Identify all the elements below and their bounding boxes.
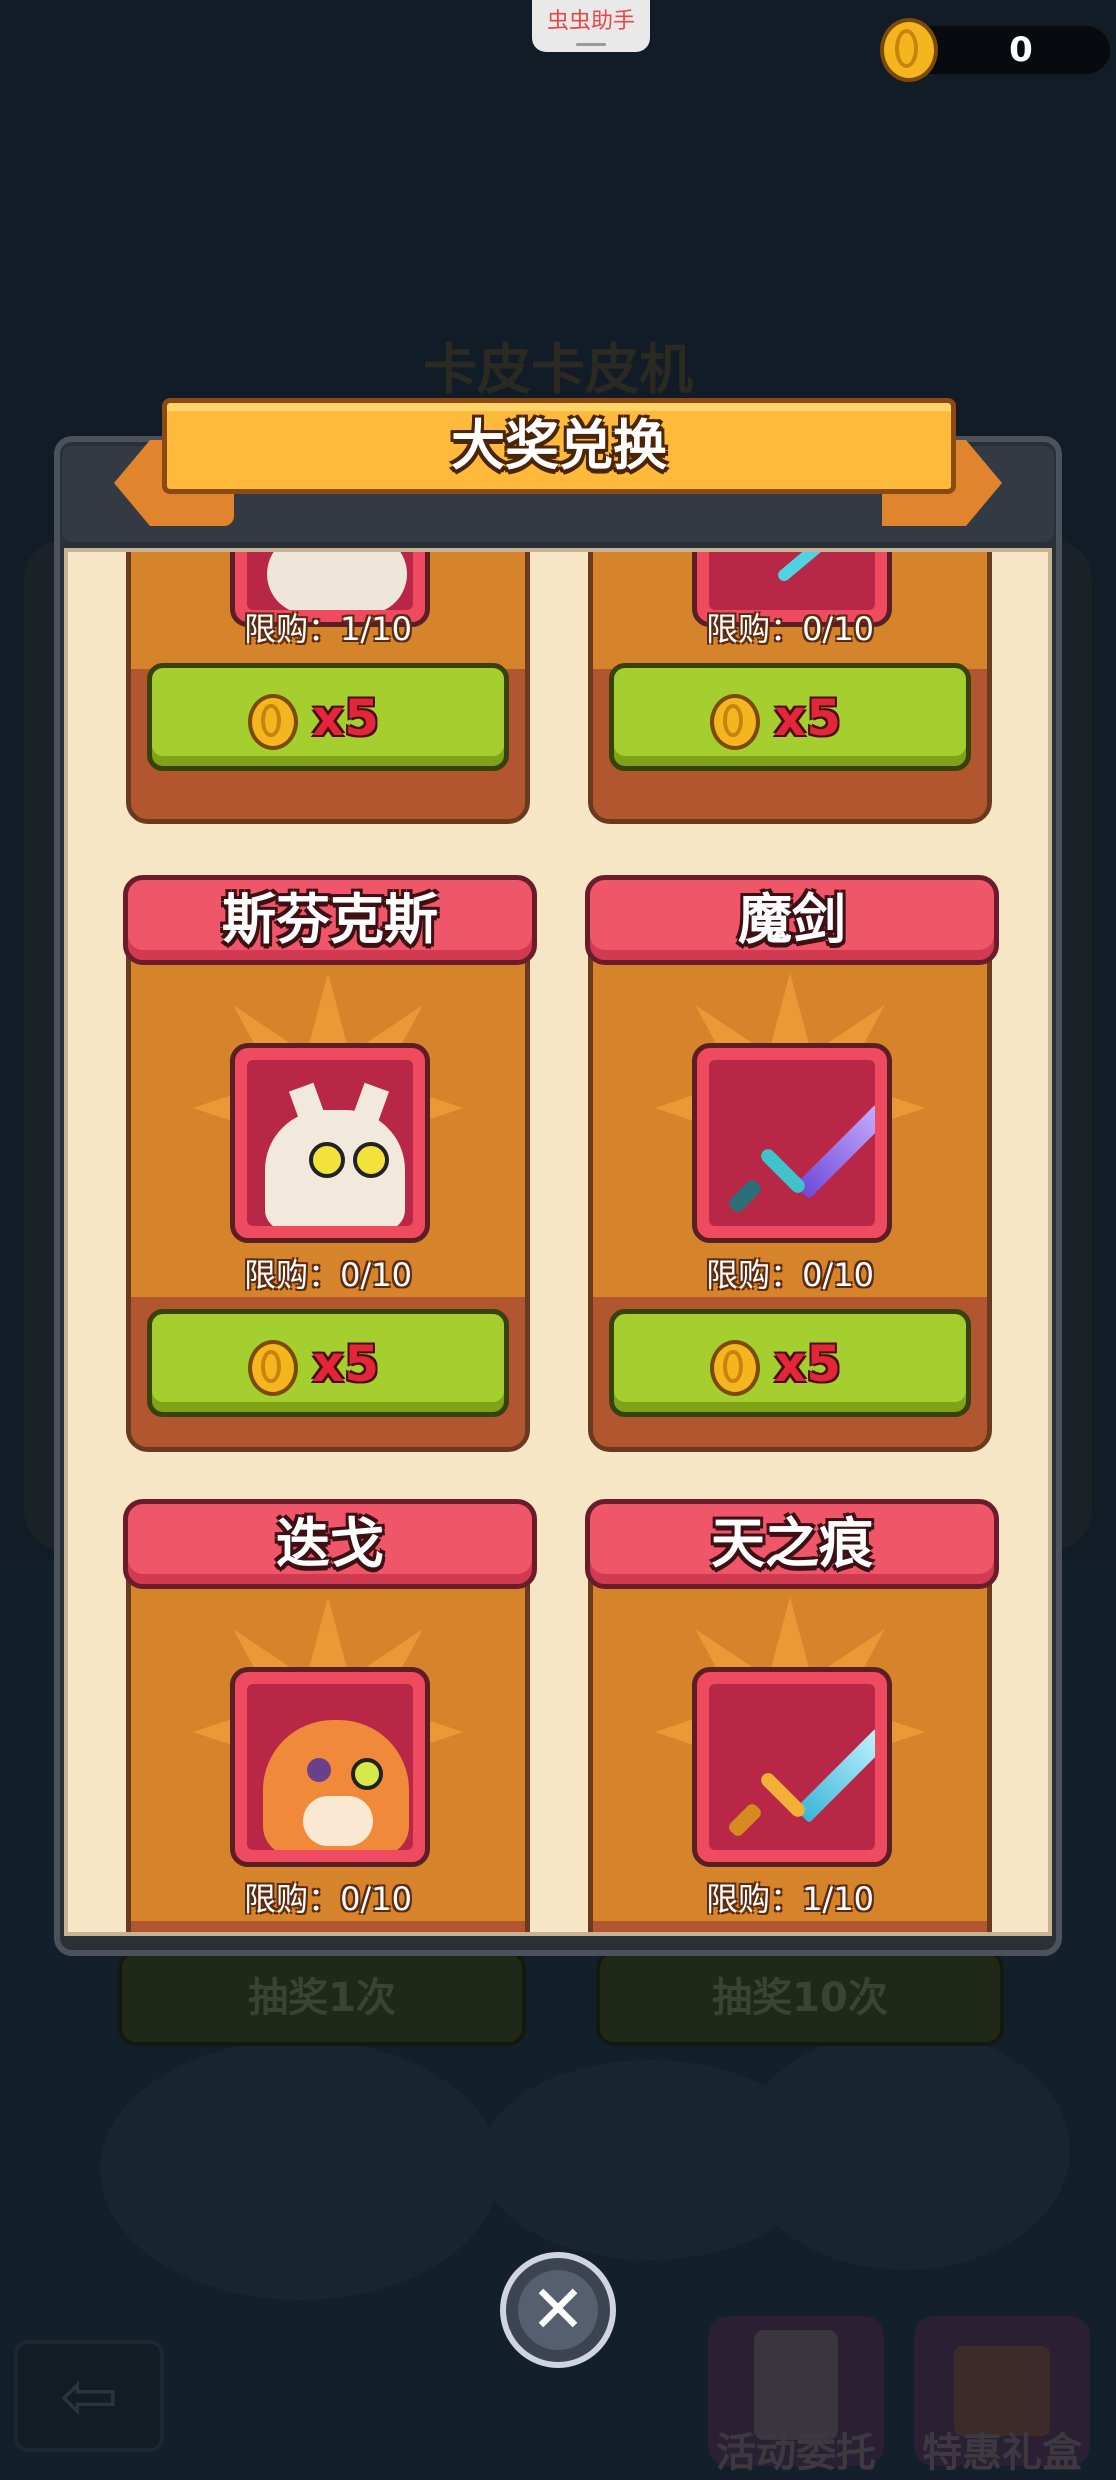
item-name-bar: 迭戈: [123, 1499, 537, 1589]
tasks-label: 活动委托: [716, 2430, 876, 2476]
purchase-limit: 限购：0/10: [244, 1880, 412, 1918]
close-button[interactable]: ✕: [500, 2252, 616, 2368]
back-button[interactable]: ⇦: [14, 2340, 164, 2452]
coin-icon: [248, 1340, 298, 1396]
gift-box-label: 特惠礼盒: [922, 2430, 1082, 2476]
helper-tab[interactable]: 虫虫助手: [532, 0, 650, 52]
purchase-limit: 限购：1/10: [244, 610, 412, 648]
item-name-bar: 魔剑: [585, 875, 999, 965]
exchange-price: x5: [774, 689, 842, 747]
item-name: 迭戈: [276, 1512, 384, 1575]
item-card: 魔剑 限购：0/10 x5: [585, 875, 999, 1452]
draw-once-button: 抽奖1次: [118, 1950, 526, 2046]
mummy-cat-icon: [247, 552, 413, 610]
item-frame: [692, 1043, 892, 1243]
item-card: 限购：0/10 x5: [588, 552, 992, 824]
exchange-price: x5: [312, 1335, 380, 1393]
item-card: 天之痕 限购：1/10: [585, 1499, 999, 1932]
close-icon: ✕: [518, 2270, 598, 2350]
exchange-price: x5: [774, 1335, 842, 1393]
background-cloud: [740, 2030, 1070, 2270]
helper-grip: [576, 43, 606, 46]
item-frame: [230, 1043, 430, 1243]
modal-title: 大奖兑换: [451, 414, 667, 477]
item-card: 限购：1/10 x5: [126, 552, 530, 824]
coin-icon: [710, 1340, 760, 1396]
sword-icon: [709, 552, 875, 610]
item-frame: [692, 1667, 892, 1867]
coin-icon: [880, 18, 938, 82]
purchase-limit: 限购：0/10: [706, 610, 874, 648]
helper-label: 虫虫助手: [546, 9, 635, 34]
item-list[interactable]: 限购：1/10 x5 限购：0/10 x5 斯芬克斯 限购：0/10 x5 魔剑…: [64, 548, 1052, 1936]
item-name: 天之痕: [711, 1512, 873, 1575]
item-card: 迭戈 限购：0/10: [123, 1499, 537, 1932]
mummy-cat-icon: [247, 1060, 413, 1226]
item-name-bar: 斯芬克斯: [123, 875, 537, 965]
sabertooth-tiger-icon: [247, 1684, 413, 1850]
item-name-bar: 天之痕: [585, 1499, 999, 1589]
background-title: 卡皮卡皮机: [423, 338, 693, 401]
coin-icon: [248, 694, 298, 750]
exchange-price: x5: [312, 689, 380, 747]
item-card: 斯芬克斯 限购：0/10 x5: [123, 875, 537, 1452]
exchange-button[interactable]: x5: [609, 1309, 971, 1417]
magic-sword-icon: [709, 1060, 875, 1226]
item-name: 魔剑: [738, 888, 846, 951]
background-cloud: [100, 2040, 500, 2300]
coin-count: 0: [1009, 30, 1033, 70]
exchange-button[interactable]: x5: [147, 663, 509, 771]
draw-ten-button: 抽奖10次: [596, 1950, 1004, 2046]
exchange-button[interactable]: x5: [609, 663, 971, 771]
purchase-limit: 限购：0/10: [706, 1256, 874, 1294]
item-frame: [230, 1667, 430, 1867]
arrow-left-icon: ⇦: [59, 2355, 119, 2437]
exchange-button[interactable]: x5: [147, 1309, 509, 1417]
golden-sword-icon: [709, 1684, 875, 1850]
coin-icon: [710, 694, 760, 750]
item-name: 斯芬克斯: [222, 888, 438, 951]
purchase-limit: 限购：1/10: [706, 1880, 874, 1918]
purchase-limit: 限购：0/10: [244, 1256, 412, 1294]
